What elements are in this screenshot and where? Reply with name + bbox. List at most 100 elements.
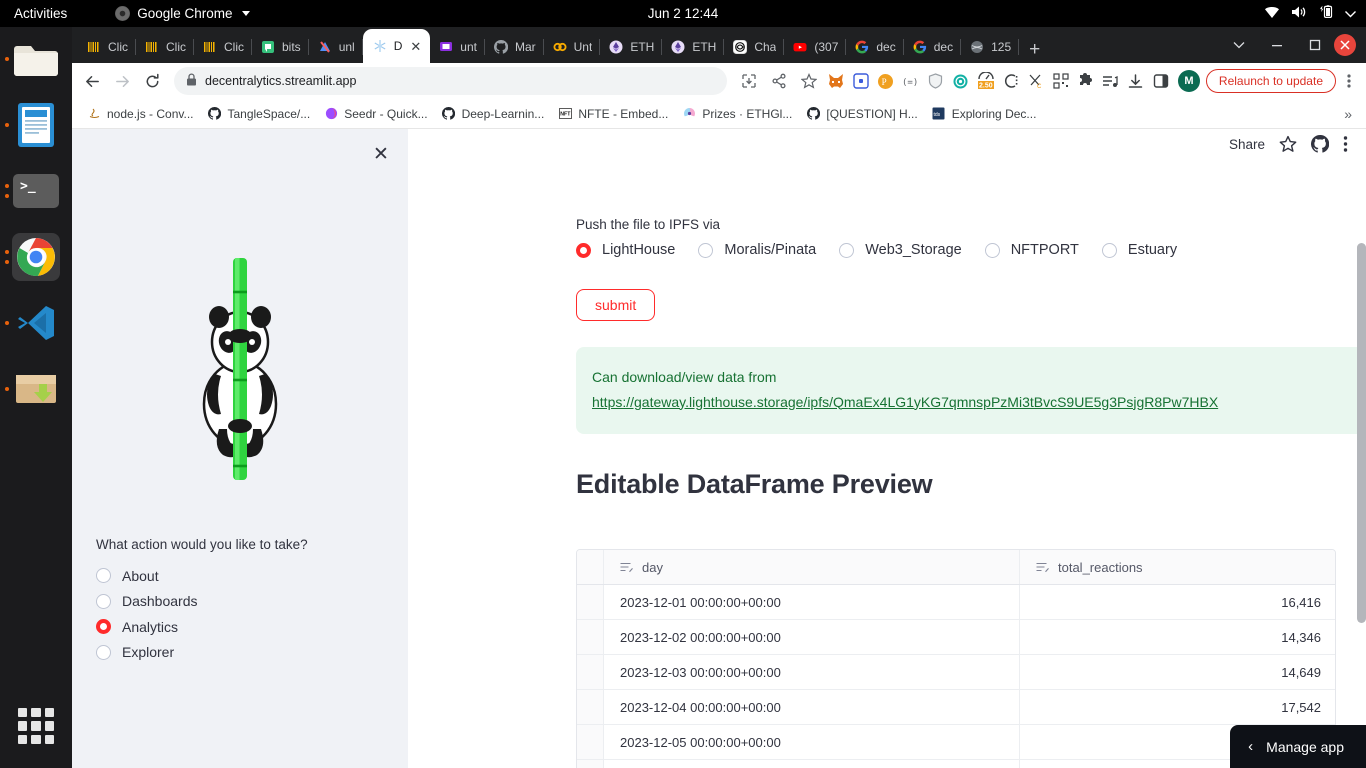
radio-button[interactable] [96,593,111,609]
keplr-extension-icon[interactable] [850,70,872,92]
radio-button[interactable] [96,568,111,584]
qr-extension-icon[interactable] [1050,70,1072,92]
radio-button-selected[interactable] [96,619,111,635]
dock-item-files[interactable] [5,35,60,83]
table-row[interactable]: 2023-12-06 00:00:00+00:00 [577,760,1335,768]
app-menu[interactable]: Google Chrome [115,6,250,21]
system-tray[interactable] [1264,5,1356,22]
cell-total-reactions[interactable]: 16,416 [1020,585,1335,619]
browser-tab[interactable]: dec [904,31,962,63]
cell-day[interactable]: 2023-12-01 00:00:00+00:00 [604,585,1020,619]
bookmarks-overflow-button[interactable]: » [1344,106,1358,122]
ipfs-radio-estuary[interactable]: Estuary [1101,242,1177,258]
shield-extension-icon[interactable] [925,70,947,92]
bookmark-item[interactable]: tds Exploring Dec... [925,104,1044,124]
media-list-icon[interactable] [1100,70,1122,92]
browser-tab[interactable]: unl [309,31,363,63]
browser-tab-active[interactable]: D ✕ [362,29,431,63]
submit-button[interactable]: submit [576,289,656,321]
cell-total-reactions[interactable]: 14,649 [1020,655,1335,689]
dock-item-software-updater[interactable] [5,365,60,413]
page-scrollbar-thumb[interactable] [1357,243,1366,623]
sidebar-radio-explorer[interactable]: Explorer [96,640,198,666]
wallet-extension-icon[interactable]: (=) [900,70,922,92]
bookmark-item[interactable]: Prizes · ETHGl... [675,104,799,124]
forward-arrow-icon[interactable] [108,67,136,95]
sidebar-radio-dashboards[interactable]: Dashboards [96,589,198,615]
ipfs-gateway-link[interactable]: https://gateway.lighthouse.storage/ipfs/… [592,394,1218,410]
browser-tab[interactable]: bits [252,31,309,63]
list-all-tabs-button[interactable] [1220,30,1258,60]
downloads-icon[interactable] [1125,70,1147,92]
extensions-puzzle-icon[interactable] [1075,70,1097,92]
star-icon[interactable] [795,67,823,95]
phantom-extension-icon[interactable]: P [875,70,897,92]
page-scrollbar-track[interactable] [1353,129,1366,768]
column-header-day[interactable]: day [604,550,1020,584]
bookmark-item[interactable]: Seedr - Quick... [317,104,434,124]
table-row[interactable]: 2023-12-03 00:00:00+00:00 14,649 [577,655,1335,690]
bookmark-item[interactable]: [QUESTION] H... [799,104,924,124]
share-button[interactable]: Share [1229,137,1265,152]
browser-tab[interactable]: Clic [194,31,252,63]
side-panel-icon[interactable] [1150,70,1172,92]
ipfs-radio-nftport[interactable]: NFTPORT [984,242,1079,258]
clock[interactable]: Jun 2 12:44 [648,6,719,21]
ipfs-radio-web3-storage[interactable]: Web3_Storage [839,242,962,258]
browser-tab[interactable]: unt [430,31,485,63]
star-icon[interactable] [1279,135,1297,153]
bookmark-item[interactable]: Deep-Learnin... [435,104,552,124]
browser-tab[interactable]: (307 [784,31,847,63]
cell-day[interactable]: 2023-12-06 00:00:00+00:00 [604,760,1020,768]
bookmark-item[interactable]: NFT NFTE - Embed... [551,104,675,124]
table-row[interactable]: 2023-12-04 00:00:00+00:00 17,542 [577,690,1335,725]
table-row[interactable]: 2023-12-01 00:00:00+00:00 16,416 [577,585,1335,620]
new-tab-button[interactable]: + [1019,40,1050,63]
maximize-button[interactable] [1296,30,1334,60]
browser-tab[interactable]: 125 [961,31,1020,63]
browser-tab[interactable]: Cha [724,31,785,63]
browser-tab[interactable]: Clic [136,31,194,63]
profile-avatar[interactable]: M [1177,70,1200,92]
radio-button[interactable] [1101,242,1117,258]
cell-day[interactable]: 2023-12-05 00:00:00+00:00 [604,725,1020,759]
browser-tab[interactable]: ETH [662,31,725,63]
back-arrow-icon[interactable] [78,67,106,95]
radio-button[interactable] [839,242,855,258]
close-sidebar-icon[interactable]: ✕ [368,141,394,167]
radio-button-selected[interactable] [576,242,591,258]
dock-item-libreoffice-writer[interactable] [5,101,60,149]
minimize-button[interactable] [1258,30,1296,60]
address-bar[interactable]: decentralytics.streamlit.app [174,67,727,95]
sidebar-radio-analytics[interactable]: Analytics [96,614,198,640]
web3-extension-icon[interactable] [950,70,972,92]
browser-tab[interactable]: Unt [544,31,601,63]
hamburger-menu-icon[interactable] [1343,135,1348,153]
radio-button[interactable] [96,644,111,660]
sidebar-radio-about[interactable]: About [96,563,198,589]
cell-day[interactable]: 2023-12-04 00:00:00+00:00 [604,690,1020,724]
tab-close-icon[interactable]: ✕ [410,40,421,53]
kebab-menu-icon[interactable] [1338,68,1360,94]
dock-item-vscode[interactable] [5,299,60,347]
browser-tab[interactable]: Clic [78,31,136,63]
browser-tab[interactable]: Mar [485,31,544,63]
bookmark-item[interactable]: TangleSpace/... [200,104,317,124]
dataframe-table[interactable]: day total_reactions 2023-12-01 00:00:00+… [576,549,1336,768]
ipfs-radio-moralis-pinata[interactable]: Moralis/Pinata [698,242,816,258]
cell-day[interactable]: 2023-12-02 00:00:00+00:00 [604,620,1020,654]
radio-button[interactable] [698,242,714,258]
scanner-extension-icon[interactable]: C [1025,70,1047,92]
bookmark-item[interactable]: node.js - Conv... [80,104,200,124]
github-icon[interactable] [1311,135,1329,153]
dock-item-terminal[interactable]: >_ [5,167,60,215]
close-button[interactable] [1334,34,1356,56]
ipfs-radio-lighthouse[interactable]: LightHouse [576,242,675,258]
column-header-total-reactions[interactable]: total_reactions [1020,550,1335,584]
reload-icon[interactable] [138,67,166,95]
browser-tab[interactable]: ETH [600,31,663,63]
dock-item-google-chrome[interactable] [5,233,60,281]
install-app-icon[interactable] [735,67,763,95]
cell-day[interactable]: 2023-12-03 00:00:00+00:00 [604,655,1020,689]
metamask-extension-icon[interactable] [825,70,847,92]
